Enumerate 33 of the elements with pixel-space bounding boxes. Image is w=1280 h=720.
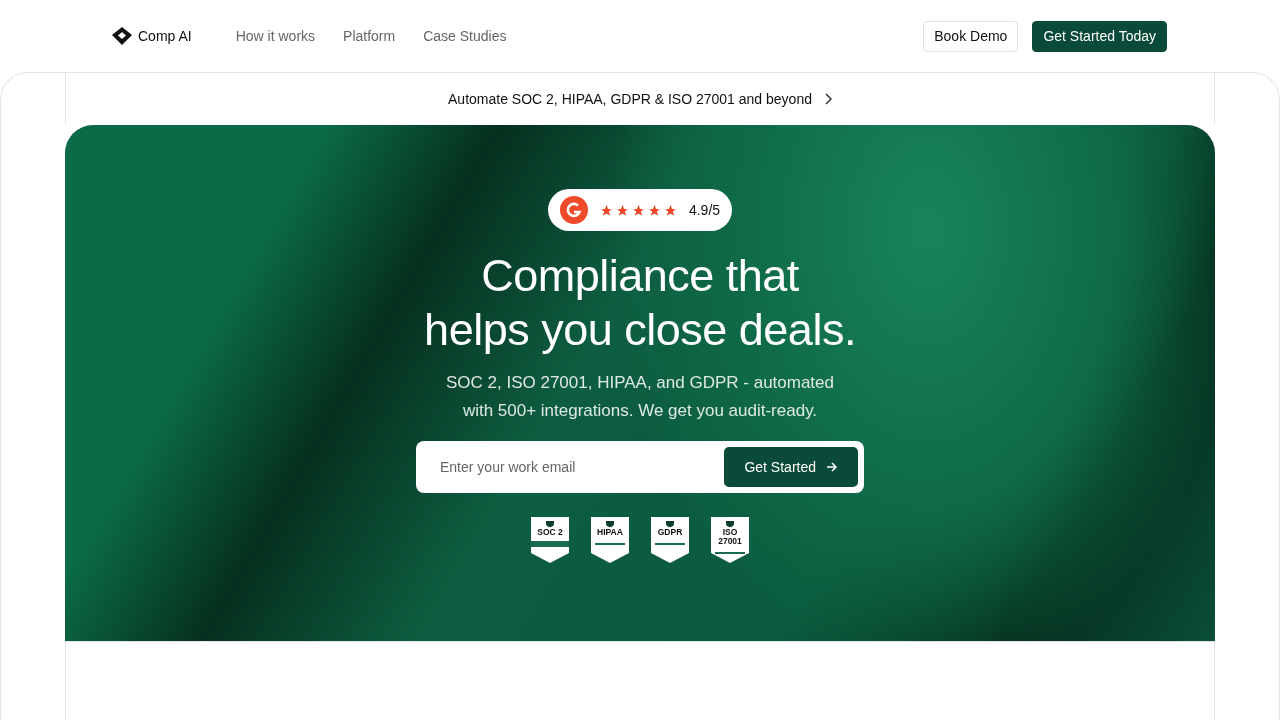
g2-logo-icon xyxy=(559,196,588,224)
star-icon xyxy=(631,203,645,217)
badge-stripe xyxy=(714,552,746,554)
badge-emblem-icon xyxy=(726,521,734,527)
chevron-right-icon xyxy=(823,93,832,105)
logo-icon xyxy=(111,26,133,46)
email-input[interactable]: Enter your work email xyxy=(438,458,725,476)
hero-subtitle: SOC 2, ISO 27001, HIPAA, and GDPR - automated with 500+ integrations. We get you audit-ready. xyxy=(445,372,834,422)
badge-label: HIPAA xyxy=(596,528,624,537)
get-started-button[interactable]: Get Started Today xyxy=(1032,20,1167,52)
badge-emblem-icon xyxy=(666,521,674,527)
nav-link[interactable]: Case Studies xyxy=(423,28,507,44)
get-started-button[interactable]: Get Started xyxy=(724,447,858,487)
badge-label: SOC 2 xyxy=(536,528,564,537)
badge-stripe xyxy=(594,543,626,545)
arrow-right-icon xyxy=(826,461,838,473)
star-icon xyxy=(599,203,613,217)
badge-stripe xyxy=(654,543,686,545)
nav-link[interactable]: How it works xyxy=(235,28,316,44)
star-icon xyxy=(663,203,677,217)
announcement-link[interactable]: Automate SOC 2, HIPAA, GDPR & ISO 27001 and beyond xyxy=(448,91,812,107)
brand-name[interactable]: Comp AI xyxy=(138,28,192,44)
star-icon xyxy=(615,203,629,217)
nav-link[interactable]: Platform xyxy=(343,28,396,44)
book-demo-button[interactable]: Book Demo xyxy=(923,20,1019,52)
badge-label: ISO 27001 xyxy=(717,528,743,546)
star-icon xyxy=(647,203,661,217)
rating-score: 4.9/5 xyxy=(688,202,721,218)
badge-ribbon xyxy=(531,541,569,547)
badge-emblem-icon xyxy=(606,521,614,527)
hero-headline: Compliance that helps you close deals. xyxy=(424,249,856,357)
badge-emblem-icon xyxy=(546,521,554,527)
badge-label: GDPR xyxy=(656,528,684,537)
